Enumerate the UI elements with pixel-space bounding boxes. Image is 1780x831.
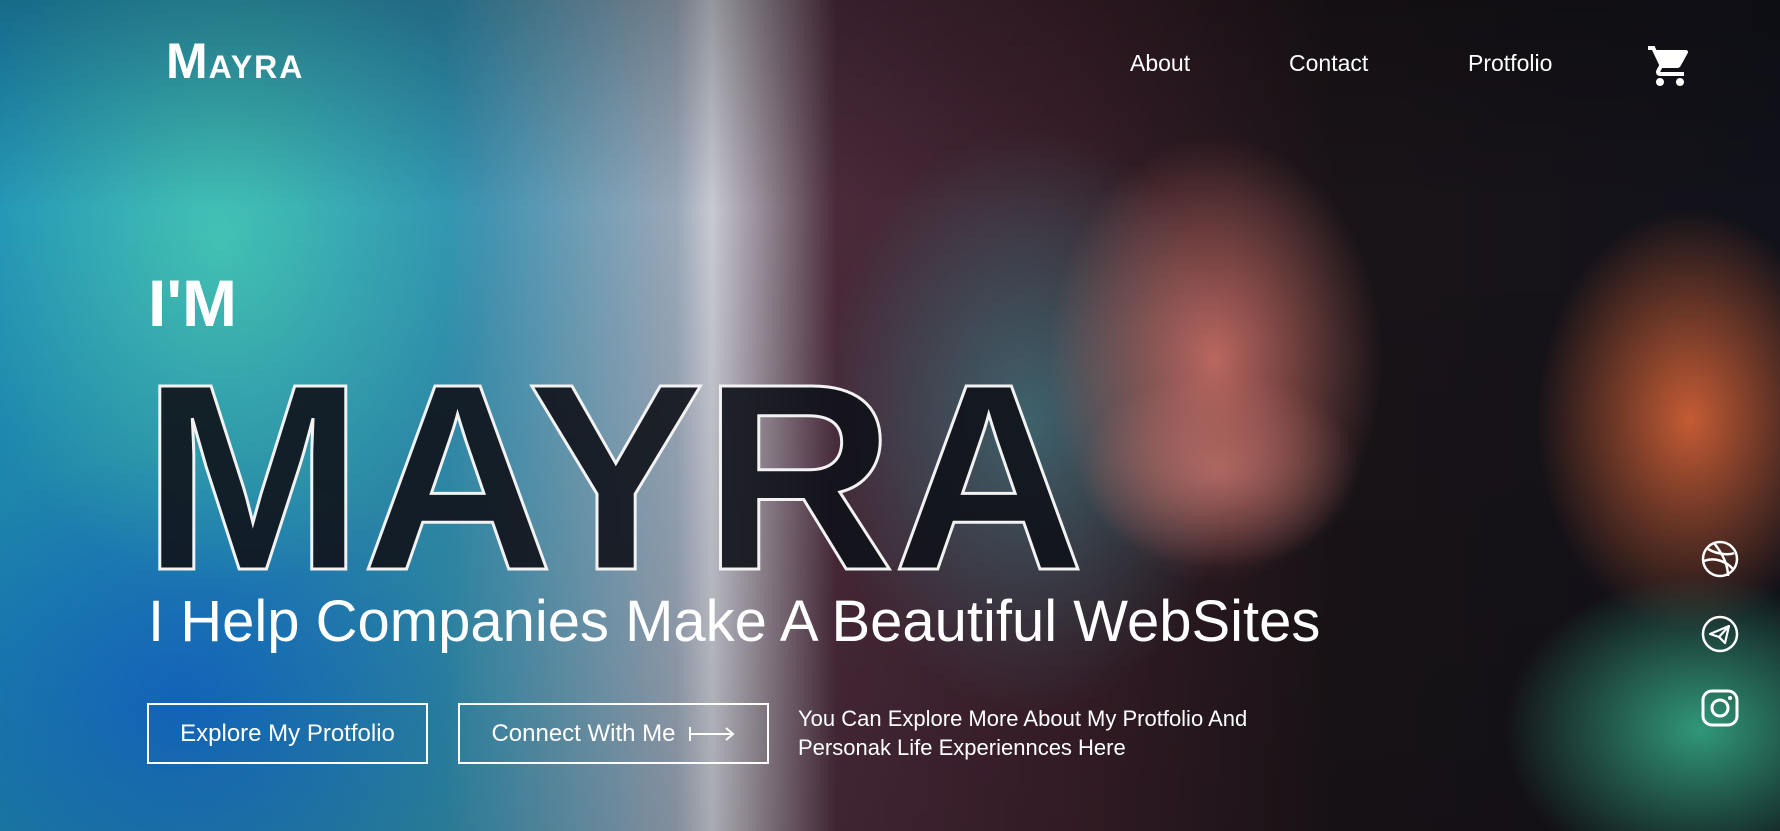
hero-section: MAYRA About Contact Protfolio I'M MAYRA … xyxy=(0,0,1780,831)
logo[interactable]: MAYRA xyxy=(166,36,304,86)
connect-button-label: Connect With Me xyxy=(491,719,676,747)
cart-icon[interactable] xyxy=(1646,42,1694,90)
explore-portfolio-button[interactable]: Explore My Protfolio xyxy=(147,703,428,764)
logo-rest: AYRA xyxy=(208,49,305,85)
arrow-right-icon xyxy=(688,726,735,741)
hero-name: MAYRA xyxy=(141,329,1087,626)
hero-note-line-1: You Can Explore More About My Protfolio … xyxy=(798,706,1248,731)
logo-initial: M xyxy=(166,33,209,89)
nav-portfolio-link[interactable]: Protfolio xyxy=(1468,50,1552,77)
hero-intro: I'M xyxy=(148,266,238,340)
dribbble-icon[interactable] xyxy=(1700,539,1740,579)
telegram-icon[interactable] xyxy=(1700,614,1740,654)
hero-note: You Can Explore More About My Protfolio … xyxy=(798,705,1338,762)
hero-note-line-2: Personak Life Experiennces Here xyxy=(798,734,1126,760)
nav-contact-link[interactable]: Contact xyxy=(1289,50,1368,77)
nav-about-link[interactable]: About xyxy=(1130,50,1190,77)
connect-button[interactable]: Connect With Me xyxy=(458,703,769,764)
instagram-icon[interactable] xyxy=(1700,688,1740,728)
hero-tagline: I Help Companies Make A Beautiful WebSit… xyxy=(148,589,1321,654)
